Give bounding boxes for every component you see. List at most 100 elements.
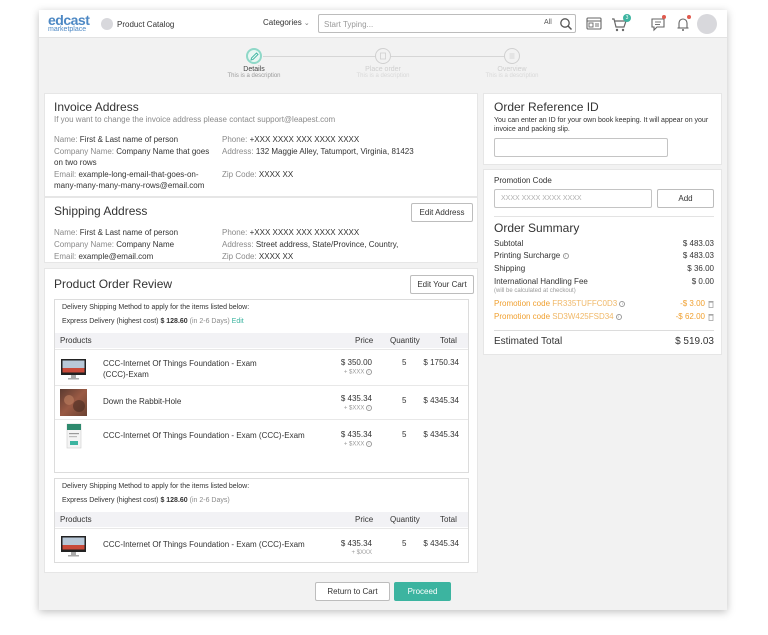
- table-header: Products Price Quantity Total: [55, 512, 468, 527]
- shipping-value: $ 36.00: [687, 264, 714, 273]
- printing-label: Printing Surcharge: [494, 251, 561, 260]
- step-overview[interactable]: Overview This is a description: [467, 48, 557, 79]
- info-icon[interactable]: i: [615, 313, 622, 320]
- summary-printing: Printing Surcharge i $ 483.03: [494, 251, 714, 263]
- user-avatar[interactable]: [697, 14, 717, 34]
- tax-value: + $XXX: [351, 550, 372, 556]
- shipping-method-line: Express Delivery (highest cost) $ 128.60…: [62, 497, 230, 504]
- edcast-logo[interactable]: edcast marketplace: [48, 13, 98, 35]
- promo-code-input[interactable]: [494, 189, 652, 208]
- product-quantity: 5: [402, 430, 407, 439]
- order-reference-title: Order Reference ID: [494, 100, 599, 114]
- address-value: 132 Maggie Alley, Tatumport, Virginia, 8…: [255, 147, 414, 156]
- subtotal-label: Subtotal: [494, 239, 524, 248]
- tax-value: + $XXX: [343, 405, 365, 412]
- edit-shipping-method-link[interactable]: Edit: [232, 318, 244, 325]
- product-name[interactable]: Down the Rabbit-Hole: [103, 396, 273, 407]
- col-total: Total: [440, 336, 457, 345]
- shipping-company: Company Name: Company Name: [54, 239, 219, 250]
- method-price: $ 128.60: [160, 318, 188, 325]
- shipping-group-2: Delivery Shipping Method to apply for th…: [54, 478, 469, 563]
- phone-value: +XXX XXXX XXX XXXX XXXX: [249, 228, 360, 237]
- shipping-zip: Zip Code: XXXX XX: [222, 251, 472, 262]
- promo-value: -$ 3.00: [680, 299, 705, 308]
- phone-value: +XXX XXXX XXX XXXX XXXX: [249, 135, 360, 144]
- monitor-thumbnail: [61, 359, 86, 380]
- step-title: Place order: [365, 66, 401, 73]
- search-input[interactable]: [324, 18, 524, 30]
- zip-label: Zip Code:: [222, 170, 257, 179]
- tax-line: + $XXX i: [341, 441, 372, 448]
- product-name[interactable]: CCC-Internet Of Things Foundation - Exam…: [103, 430, 313, 441]
- info-icon[interactable]: i: [366, 441, 372, 447]
- product-total: $ 4345.34: [423, 539, 459, 548]
- step-title: Details: [243, 66, 265, 73]
- info-icon[interactable]: i: [366, 405, 372, 411]
- table-row[interactable]: CCC-Internet Of Things Foundation - Exam…: [55, 419, 468, 455]
- search-scope-selector[interactable]: All: [544, 19, 552, 26]
- printing-value: $ 483.03: [682, 251, 714, 260]
- address-value: Street address, State/Province, Country,: [255, 240, 399, 249]
- categories-dropdown[interactable]: Categories ⌄: [263, 18, 310, 27]
- catalog-grid-icon[interactable]: [585, 15, 603, 33]
- product-name[interactable]: CCC-Internet Of Things Foundation - Exam…: [103, 539, 313, 550]
- product-quantity: 5: [402, 396, 407, 405]
- search-icon[interactable]: [559, 17, 573, 31]
- chevron-down-icon: ⌄: [303, 20, 310, 27]
- product-quantity: 5: [402, 539, 407, 548]
- table-row[interactable]: CCC-Internet Of Things Foundation - Exam…: [55, 349, 468, 385]
- order-reference-input[interactable]: [494, 138, 668, 157]
- email-value: example@email.com: [78, 252, 154, 261]
- method-price: $ 128.60: [160, 497, 188, 504]
- address-label: Address:: [222, 240, 254, 249]
- return-to-cart-button[interactable]: Return to Cart: [315, 582, 390, 601]
- name-label: Name:: [54, 228, 78, 237]
- logo-main-text: edcast: [48, 12, 90, 28]
- checkout-stepper: Details This is a description Place orde…: [39, 38, 727, 90]
- col-products: Products: [60, 336, 92, 345]
- table-header: Products Price Quantity Total: [55, 333, 468, 348]
- logo-sub-text: marketplace: [48, 26, 87, 33]
- info-icon[interactable]: i: [619, 300, 626, 307]
- product-total: $ 4345.34: [423, 396, 459, 405]
- invoice-title: Invoice Address: [54, 100, 139, 114]
- promo-label: Promotion code: [494, 299, 551, 308]
- tax-value: + $XXX: [343, 369, 365, 376]
- step-place-order[interactable]: Place order This is a description: [338, 48, 428, 79]
- messages-unread-dot: [662, 15, 666, 19]
- edit-cart-button[interactable]: Edit Your Cart: [410, 275, 474, 294]
- product-total: $ 4345.34: [423, 430, 459, 439]
- promo-code: SD3W425FSD34: [552, 312, 614, 321]
- summary-promo-1: Promotion code FR335TUFFC0D3 i -$ 3.00: [494, 299, 714, 311]
- step-title: Overview: [497, 66, 527, 73]
- product-quantity: 5: [402, 358, 407, 367]
- table-row[interactable]: Down the Rabbit-Hole $ 435.34 + $XXX i 5 …: [55, 385, 468, 419]
- shipping-address: Address: Street address, State/Province,…: [222, 239, 472, 250]
- app-window: edcast marketplace Product Catalog Categ…: [39, 10, 727, 610]
- product-name[interactable]: CCC-Internet Of Things Foundation - Exam…: [103, 358, 273, 380]
- table-row[interactable]: CCC-Internet Of Things Foundation - Exam…: [55, 528, 468, 562]
- info-icon[interactable]: i: [366, 369, 372, 375]
- add-promo-button[interactable]: Add: [657, 189, 714, 208]
- step-desc: This is a description: [227, 73, 281, 79]
- order-summary-title: Order Summary: [494, 221, 580, 235]
- shipping-method-label: Delivery Shipping Method to apply for th…: [62, 483, 250, 490]
- col-total: Total: [440, 515, 457, 524]
- col-price: Price: [355, 336, 374, 345]
- info-icon[interactable]: i: [562, 252, 569, 259]
- edit-address-button[interactable]: Edit Address: [411, 203, 473, 222]
- col-quantity: Quantity: [390, 336, 420, 345]
- proceed-button[interactable]: Proceed: [394, 582, 451, 601]
- invoice-email: Email: example-long-email-that-goes-on-m…: [54, 169, 214, 191]
- catalog-icon: [101, 18, 113, 30]
- tax-line: + $XXX i: [341, 369, 372, 376]
- trash-icon[interactable]: [708, 313, 714, 321]
- document-icon: [380, 52, 386, 60]
- email-label: Email:: [54, 170, 77, 179]
- promo-code-label: Promotion Code: [494, 176, 552, 185]
- cart-count-badge: 3: [623, 14, 631, 22]
- step-details[interactable]: Details This is a description: [209, 48, 299, 79]
- product-catalog-link[interactable]: Product Catalog: [101, 18, 174, 30]
- trash-icon[interactable]: [708, 300, 714, 308]
- summary-promo-2: Promotion code SD3W425FSD34 i -$ 62.00: [494, 312, 714, 324]
